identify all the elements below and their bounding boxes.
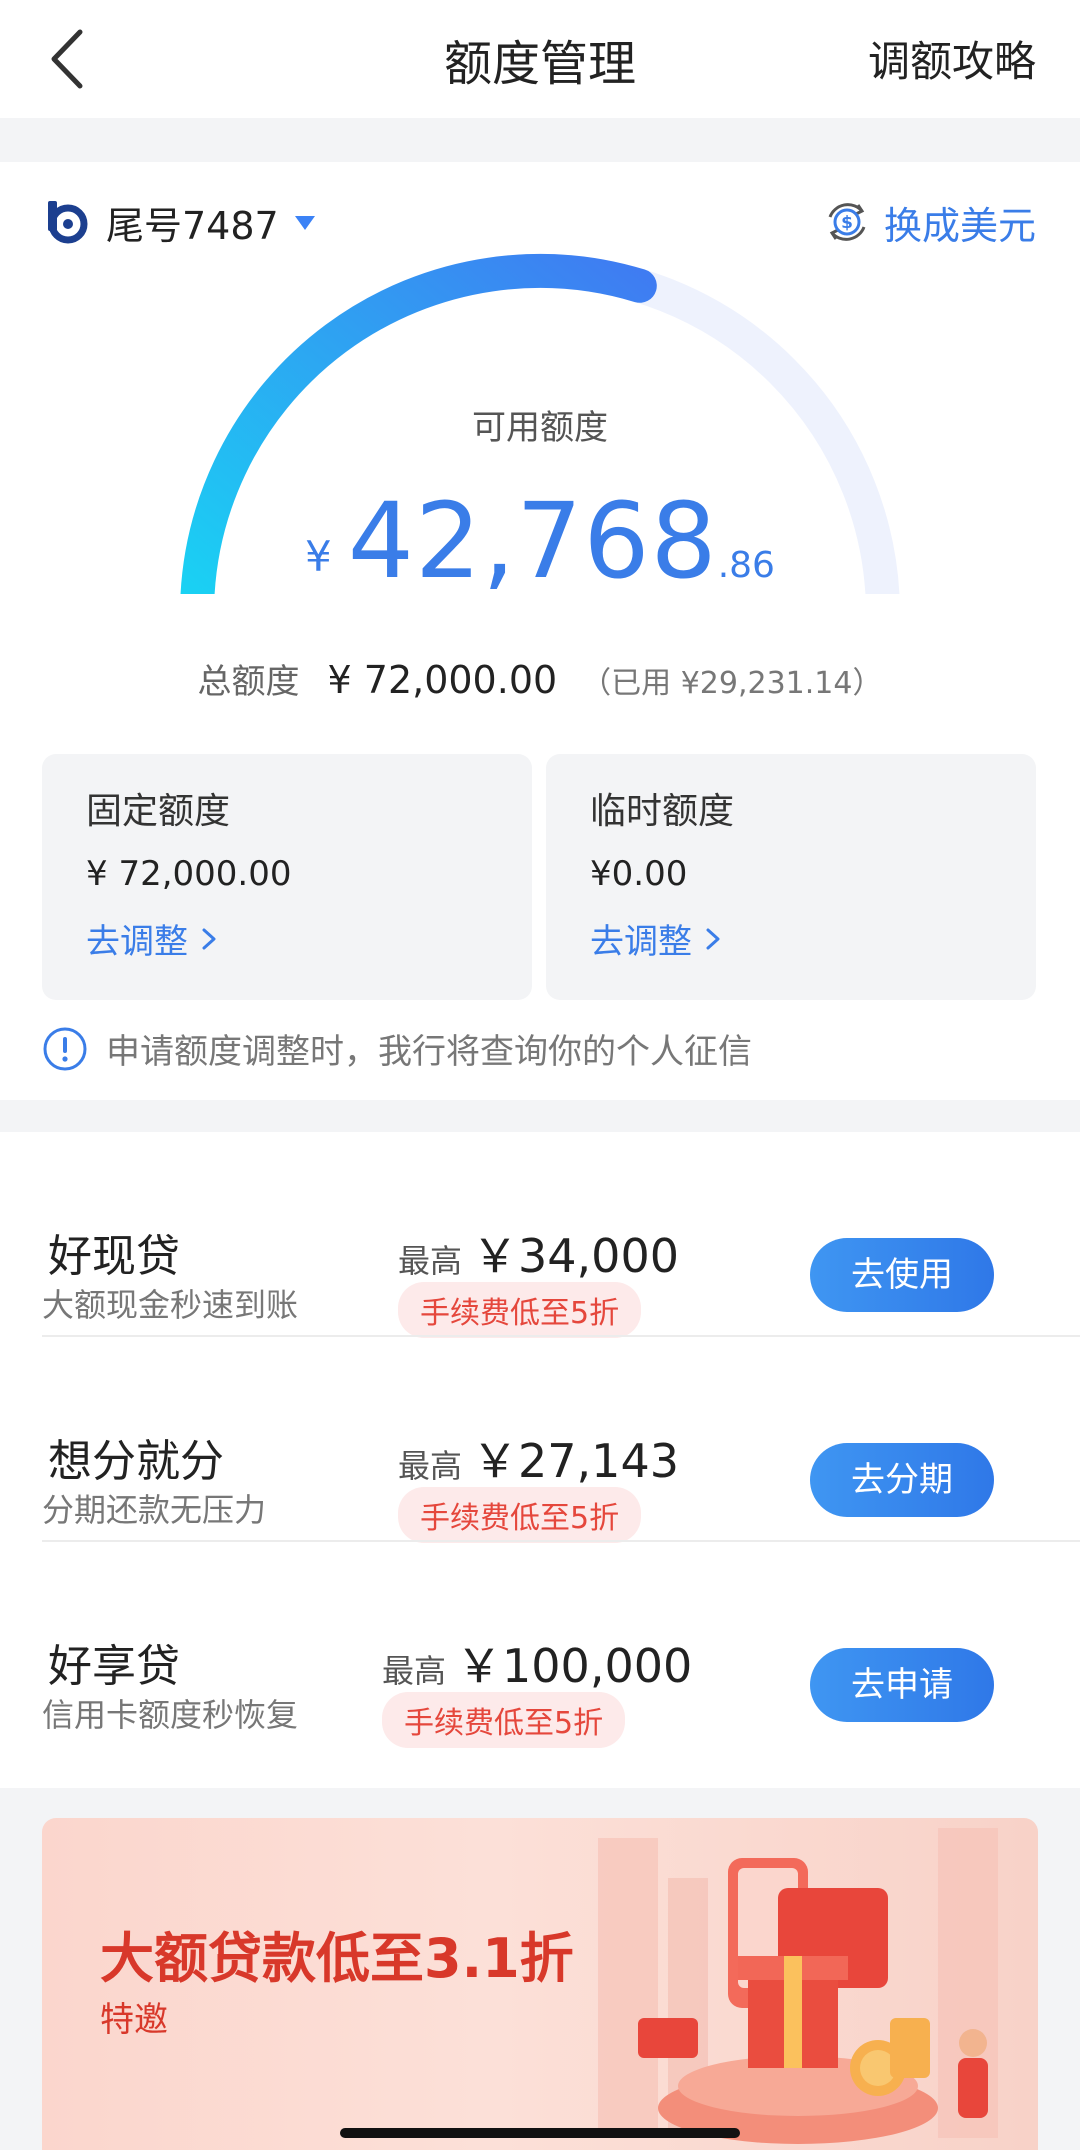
credit-check-notice: 申请额度调整时，我行将查询你的个人征信 [42, 1024, 752, 1073]
total-quota-row: 总额度 ¥ 72,000.00 （已用 ¥29,231.14） [0, 654, 1080, 703]
apply-button[interactable]: 去申请 [810, 1648, 994, 1722]
fixed-quota-value: ¥ 72,000.00 [86, 854, 292, 894]
chevron-right-icon [706, 928, 720, 949]
quota-card: 尾号7487 $ 换成美元 可用额度 ¥42,768.86 总额度 ¥ 72,00… [0, 162, 1080, 1100]
chevron-right-icon [202, 928, 216, 949]
max-value: ￥27,143 [472, 1434, 679, 1488]
loan-product-list: 好现贷 大额现金秒速到账 最高 ￥34,000 手续费低至5折 去使用 想分就分 … [0, 1132, 1080, 1788]
loan-name: 想分就分 [48, 1436, 224, 1487]
banner-subtitle: 特邀 [100, 2000, 168, 2040]
info-icon [43, 1027, 87, 1070]
loan-max-amount: 最高 ￥34,000 [398, 1220, 679, 1286]
temp-quota-adjust-link[interactable]: 去调整 [590, 914, 724, 963]
fixed-quota-card: 固定额度 ¥ 72,000.00 去调整 [42, 754, 532, 1000]
list-item: 好享贷 信用卡额度秒恢复 最高 ￥100,000 手续费低至5折 去申请 [0, 1542, 1080, 1748]
adjust-guide-link[interactable]: 调额攻略 [868, 28, 1036, 89]
promo-banner[interactable]: 大额贷款低至3.1折 特邀 [42, 1818, 1038, 2150]
fee-discount-tag: 手续费低至5折 [398, 1487, 642, 1543]
temp-quota-card: 临时额度 ¥0.00 去调整 [546, 754, 1036, 1000]
temp-quota-title: 临时额度 [590, 791, 735, 832]
available-quota-label: 可用额度 [472, 408, 608, 448]
amount-integer: 42,768 [347, 480, 718, 602]
temp-quota-value: ¥0.00 [590, 854, 688, 894]
loan-description: 分期还款无压力 [42, 1491, 267, 1529]
fixed-quota-adjust-link[interactable]: 去调整 [86, 914, 220, 963]
fixed-quota-title: 固定额度 [86, 791, 231, 832]
loan-max-amount: 最高 ￥100,000 [382, 1630, 692, 1696]
max-label: 最高 [398, 1447, 463, 1485]
caret-down-icon [294, 216, 315, 230]
home-indicator [340, 2128, 740, 2138]
used-amount: （已用 ¥29,231.14） [581, 666, 883, 701]
loan-max-amount: 最高 ￥27,143 [398, 1425, 679, 1491]
total-quota-value: ¥ 72,000.00 [327, 658, 558, 702]
notice-text: 申请额度调整时，我行将查询你的个人征信 [106, 1032, 752, 1072]
gift-illustration [598, 1828, 998, 2144]
bank-logo-icon [48, 201, 88, 244]
loan-description: 大额现金秒速到账 [42, 1286, 299, 1324]
list-item: 好现贷 大额现金秒速到账 最高 ￥34,000 手续费低至5折 去使用 [0, 1132, 1080, 1338]
banner-title: 大额贷款低至3.1折 [100, 1927, 574, 1990]
total-quota-label: 总额度 [197, 662, 300, 702]
max-label: 最高 [382, 1652, 447, 1690]
top-bar: 额度管理 调额攻略 [0, 0, 1080, 118]
loan-description: 信用卡额度秒恢复 [42, 1696, 299, 1734]
max-value: ￥100,000 [456, 1639, 693, 1693]
fee-discount-tag: 手续费低至5折 [382, 1692, 626, 1748]
loan-name: 好享贷 [48, 1641, 180, 1692]
currency-symbol: ¥ [305, 532, 332, 581]
available-quota-amount: ¥42,768.86 [0, 480, 1080, 602]
list-item: 想分就分 分期还款无压力 最高 ￥27,143 手续费低至5折 去分期 [0, 1337, 1080, 1543]
installment-button[interactable]: 去分期 [810, 1443, 994, 1517]
adjust-link-label: 去调整 [86, 922, 188, 962]
amount-decimal: .86 [717, 545, 775, 586]
max-label: 最高 [398, 1242, 463, 1280]
loan-name: 好现贷 [48, 1231, 180, 1282]
svg-text:$: $ [841, 213, 853, 233]
use-loan-button[interactable]: 去使用 [810, 1238, 994, 1312]
fee-discount-tag: 手续费低至5折 [398, 1282, 642, 1338]
adjust-link-label: 去调整 [590, 922, 692, 962]
max-value: ￥34,000 [472, 1229, 679, 1283]
